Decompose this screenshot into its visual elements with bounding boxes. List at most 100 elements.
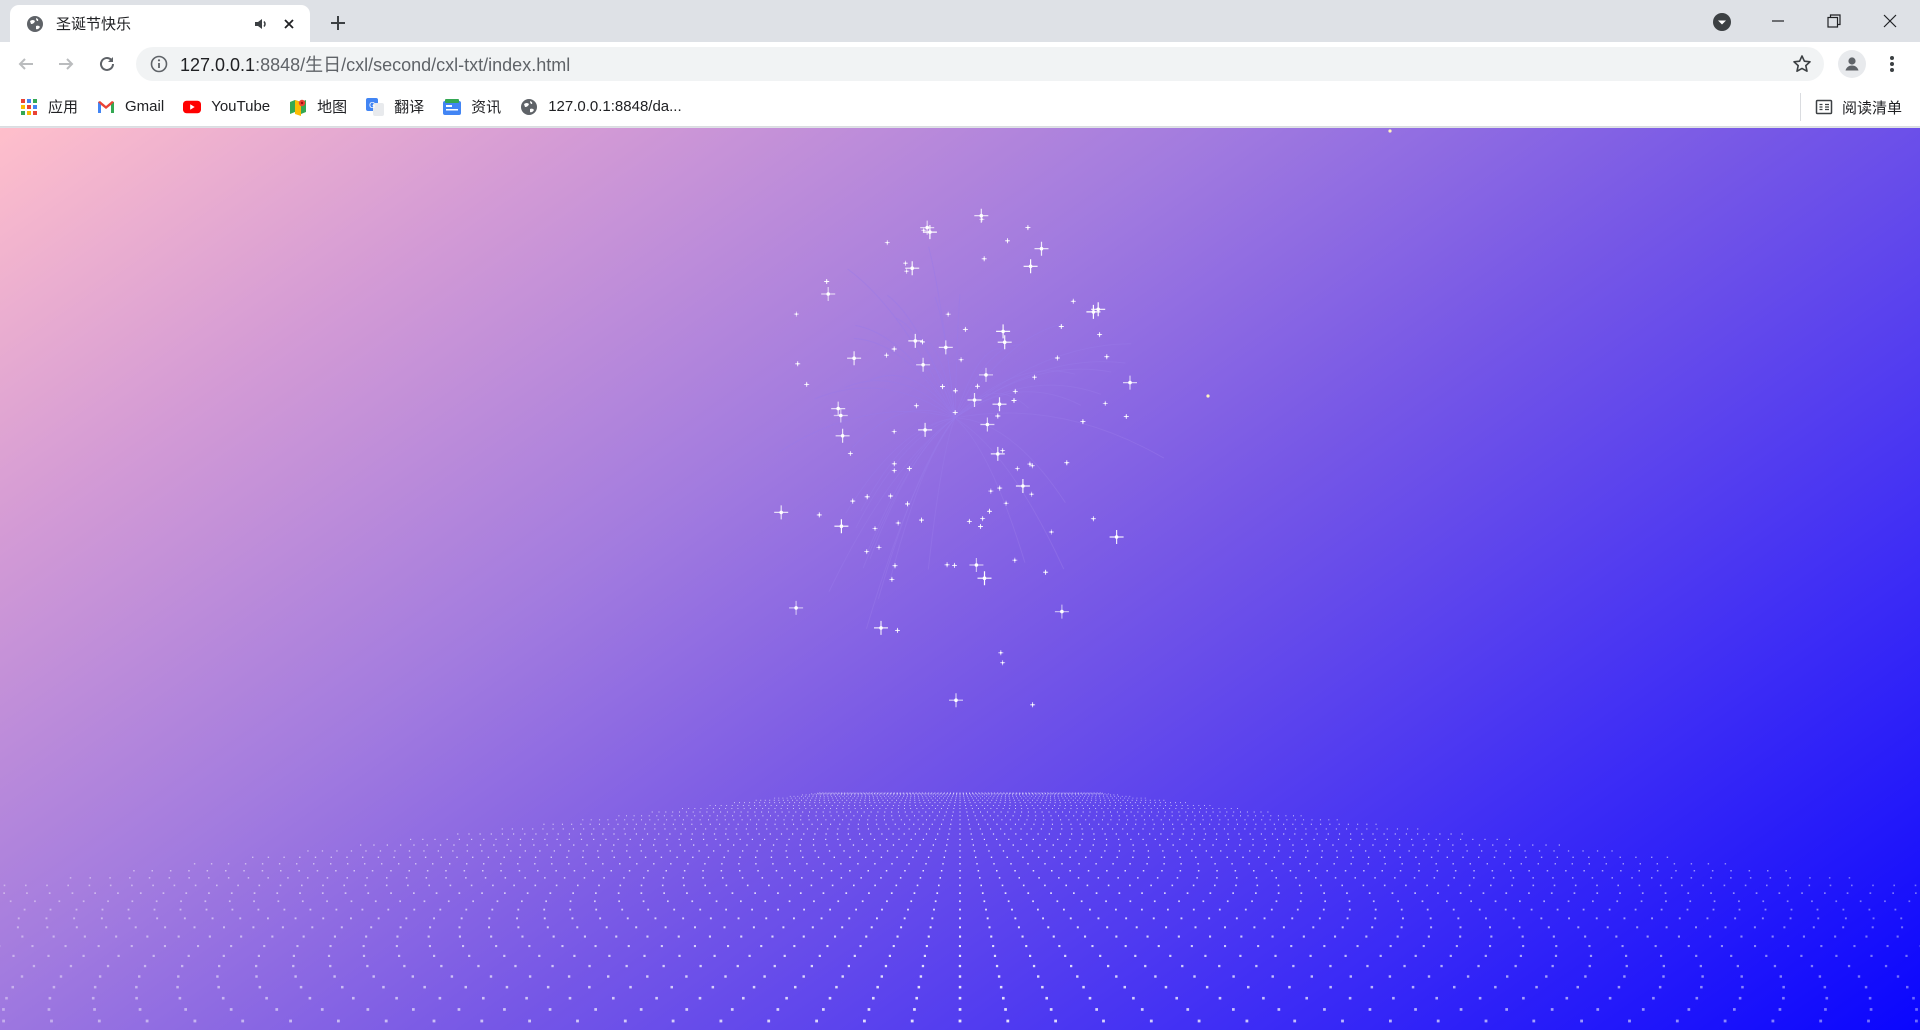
grid-dot xyxy=(495,945,498,948)
active-tab[interactable]: 圣诞节快乐 xyxy=(10,5,310,42)
bookmark-star-icon[interactable] xyxy=(1792,54,1812,74)
back-button[interactable] xyxy=(10,48,42,80)
grid-dot xyxy=(648,815,650,817)
grid-dot xyxy=(688,808,690,809)
grid-dot xyxy=(1061,823,1063,825)
grid-dot xyxy=(1437,850,1439,852)
bookmark-localhost[interactable]: 127.0.0.1:8848/da... xyxy=(518,93,689,121)
profile-avatar-button[interactable] xyxy=(1838,50,1866,78)
new-tab-button[interactable] xyxy=(324,9,352,37)
tab-search-button[interactable] xyxy=(1708,8,1736,36)
grid-dot xyxy=(1617,985,1621,989)
grid-dot xyxy=(1730,877,1732,879)
url-text[interactable]: 127.0.0.1:8848/生日/cxl/second/cxl-txt/ind… xyxy=(180,51,570,77)
grid-dot xyxy=(1027,811,1029,813)
grid-dot xyxy=(500,870,502,872)
grid-dot xyxy=(855,908,857,911)
speaker-icon[interactable] xyxy=(252,15,270,33)
grid-dot xyxy=(1037,975,1040,978)
bookmark-gmail[interactable]: Gmail xyxy=(95,93,172,121)
grid-dot xyxy=(720,805,722,806)
grid-dot xyxy=(739,815,741,817)
reload-button[interactable] xyxy=(91,48,123,80)
grid-dot xyxy=(939,793,941,795)
grid-dot xyxy=(1013,792,1015,794)
grid-dot xyxy=(1071,833,1073,835)
grid-dot xyxy=(1026,819,1028,821)
forward-button[interactable] xyxy=(50,48,82,80)
grid-dot xyxy=(1091,797,1093,799)
grid-dot xyxy=(835,795,836,797)
grid-dot xyxy=(1099,794,1101,796)
grid-dot xyxy=(756,828,758,830)
info-icon[interactable] xyxy=(150,55,168,73)
grid-dot xyxy=(1396,935,1399,938)
grid-dot xyxy=(883,815,885,817)
grid-dot xyxy=(1110,819,1112,821)
grid-dot xyxy=(746,844,748,846)
grid-dot xyxy=(1530,908,1533,911)
grid-dot xyxy=(858,794,859,796)
grid-dot xyxy=(837,805,839,806)
minimize-button[interactable] xyxy=(1750,0,1806,42)
grid-dot xyxy=(365,935,368,938)
grid-dot xyxy=(716,819,718,821)
grid-dot xyxy=(115,935,118,938)
grid-dot xyxy=(1141,908,1143,911)
stray-sparkle xyxy=(1388,129,1392,133)
grid-dot xyxy=(1020,815,1022,817)
grid-dot xyxy=(793,808,794,809)
browser-menu-button[interactable] xyxy=(1878,50,1906,78)
grid-dot xyxy=(1042,795,1044,797)
gmail-icon xyxy=(97,98,115,116)
grid-dot xyxy=(1824,892,1826,894)
grid-dot xyxy=(1070,808,1072,809)
bookmark-news[interactable]: 资讯 xyxy=(441,93,509,121)
grid-dot xyxy=(904,802,906,804)
grid-dot xyxy=(839,802,841,804)
grid-dot xyxy=(919,975,923,978)
grid-dot xyxy=(427,935,430,938)
bookmark-apps[interactable]: 应用 xyxy=(18,93,86,121)
reading-list-button[interactable]: 阅读清单 xyxy=(1799,93,1902,121)
grid-dot xyxy=(984,808,986,809)
bookmark-maps[interactable]: 地图 xyxy=(287,93,355,121)
grid-dot xyxy=(1140,1008,1144,1011)
grid-dot xyxy=(1842,926,1845,929)
grid-dot xyxy=(911,811,913,813)
bookmark-youtube[interactable]: YouTube xyxy=(181,93,278,121)
grid-dot xyxy=(1020,805,1022,806)
restore-button[interactable] xyxy=(1806,0,1862,42)
grid-dot xyxy=(1209,823,1211,825)
grid-dot xyxy=(1005,815,1006,817)
grid-dot xyxy=(942,863,944,865)
grid-dot xyxy=(1022,792,1023,794)
grid-dot xyxy=(1126,815,1128,817)
grid-dot xyxy=(684,850,686,852)
grid-dot xyxy=(1028,793,1030,795)
grid-dot xyxy=(1710,877,1712,879)
grid-dot xyxy=(677,935,680,938)
grid-dot xyxy=(1254,828,1256,830)
grid-dot xyxy=(837,794,838,796)
close-tab-icon[interactable] xyxy=(280,15,298,33)
bookmark-translate[interactable]: G 翻译 xyxy=(364,93,432,121)
grid-dot xyxy=(626,823,628,825)
grid-dot xyxy=(1481,850,1483,852)
grid-dot xyxy=(959,802,961,804)
grid-dot xyxy=(951,815,953,817)
grid-dot xyxy=(230,892,233,894)
grid-dot xyxy=(1192,811,1194,813)
grid-dot xyxy=(890,892,893,894)
address-bar[interactable]: 127.0.0.1:8848/生日/cxl/second/cxl-txt/ind… xyxy=(136,47,1824,81)
grid-dot xyxy=(962,792,964,794)
grid-dot xyxy=(910,838,912,840)
grid-dot xyxy=(1081,828,1083,830)
grid-dot xyxy=(1145,799,1147,801)
grid-dot xyxy=(1892,892,1894,894)
grid-dot xyxy=(1264,838,1266,840)
grid-dot xyxy=(1068,793,1070,795)
sparkle-core xyxy=(999,651,1002,654)
close-window-button[interactable] xyxy=(1862,0,1918,42)
grid-dot xyxy=(836,811,838,813)
